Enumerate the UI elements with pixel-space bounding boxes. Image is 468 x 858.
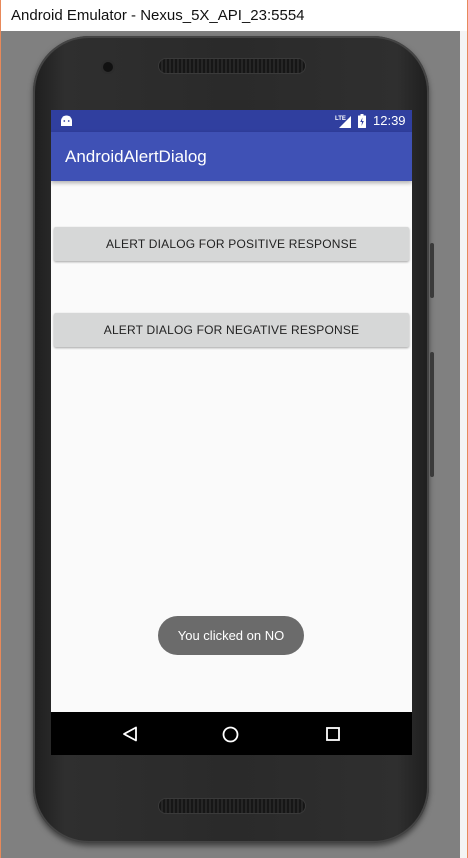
navigation-bar [51,712,412,755]
status-clock: 12:39 [373,113,406,128]
lte-label: LTE [335,116,346,122]
app-bar: AndroidAlertDialog [51,132,412,181]
window-title-bar: Android Emulator - Nexus_5X_API_23:5554 [0,0,468,31]
window-frame-left [0,31,1,858]
negative-response-button[interactable]: ALERT DIALOG FOR NEGATIVE RESPONSE [54,313,409,347]
window-title: Android Emulator - Nexus_5X_API_23:5554 [11,7,305,24]
bottom-speaker [159,799,305,813]
desktop-edge [460,31,467,858]
volume-button[interactable] [430,352,434,477]
home-icon[interactable] [222,726,239,743]
lte-signal-icon: LTE [335,116,351,128]
back-icon[interactable] [122,726,138,742]
power-button[interactable] [430,243,434,298]
battery-icon [358,114,366,128]
front-camera [103,62,113,72]
toast-message: You clicked on NO [158,616,304,655]
positive-response-button[interactable]: ALERT DIALOG FOR POSITIVE RESPONSE [54,227,409,261]
app-title: AndroidAlertDialog [65,147,207,166]
earpiece-speaker [159,59,305,73]
android-icon [61,115,72,126]
status-bar: LTE 12:39 [51,110,412,132]
recents-icon[interactable] [326,727,340,741]
device-screen: LTE 12:39 AndroidAlertDialog ALERT DIALO… [51,110,412,755]
